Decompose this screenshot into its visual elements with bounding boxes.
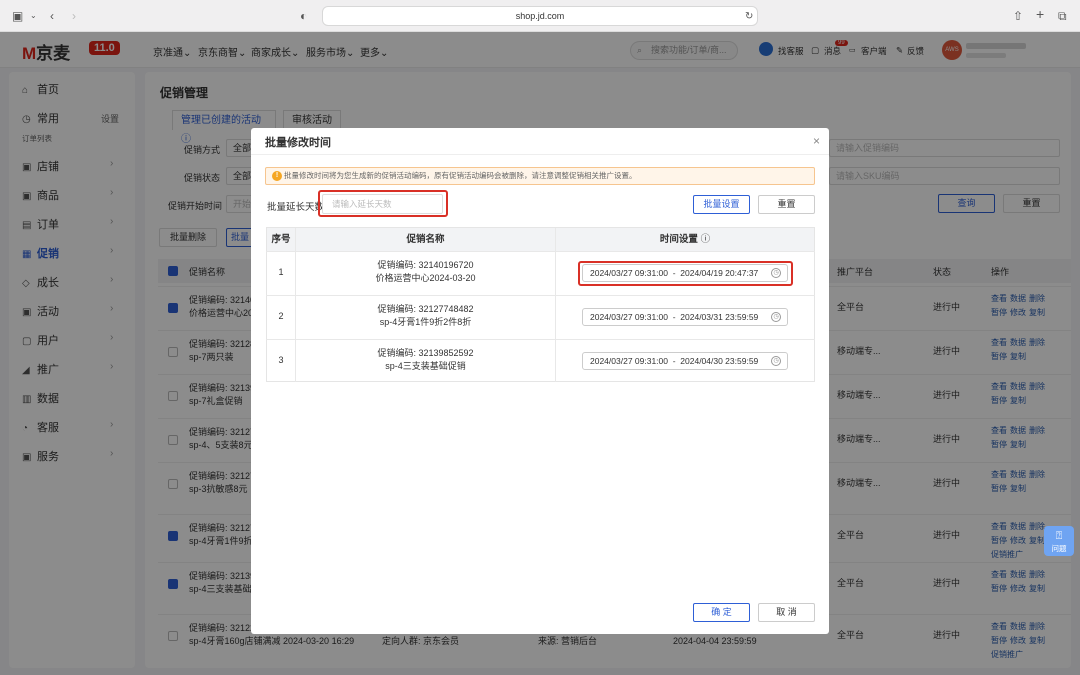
new-tab-icon[interactable]: +: [1036, 6, 1044, 22]
extend-days-placeholder: 请输入延长天数: [332, 199, 392, 209]
row-divider: [266, 339, 815, 340]
confirm-button[interactable]: 确 定: [693, 603, 750, 622]
chevron-down-icon[interactable]: ⌄: [30, 8, 37, 24]
clock-icon[interactable]: ◷: [771, 268, 781, 278]
row-index: 3: [278, 355, 284, 365]
row-index: 2: [278, 311, 284, 321]
share-icon[interactable]: ⇧: [1013, 8, 1023, 24]
time-header-label: 时间设置: [659, 234, 698, 245]
clock-icon[interactable]: ◷: [771, 356, 781, 366]
privacy-shield-icon: ◐: [300, 9, 308, 23]
reset-dialog-button[interactable]: 重置: [758, 195, 815, 214]
help-label: 问题: [1051, 544, 1067, 553]
start-date: 2024/03/27 09:31:00: [590, 312, 668, 322]
date-range-picker[interactable]: 2024/03/27 09:31:00 - 2024/04/30 23:59:5…: [582, 352, 788, 370]
row-promo-name: sp-4牙膏1件9折2件8折: [379, 317, 472, 327]
help-float-button[interactable]: ⍰ 问题: [1044, 526, 1074, 556]
cancel-button[interactable]: 取 消: [758, 603, 815, 622]
help-circle-icon: ⓘ: [700, 234, 711, 245]
extend-days-label: 批量延长天数: [267, 202, 325, 213]
column-header-index: 序号: [267, 228, 295, 251]
warning-text: 批量修改时间将为您生成新的促销活动编码，原有促销活动编码会被删除，请注意调整促销…: [284, 171, 637, 180]
forward-icon[interactable]: ›: [72, 8, 76, 24]
end-date: 2024/04/19 20:47:37: [680, 268, 759, 278]
row-promo-name: 价格运营中心2024-03-20: [375, 273, 476, 283]
start-date: 2024/03/27 09:31:00: [590, 356, 668, 366]
reload-icon[interactable]: ↻: [745, 9, 753, 25]
row-promo-name: sp-4三支装基础促销: [385, 361, 466, 371]
date-range-picker[interactable]: 2024/03/27 09:31:00 - 2024/04/19 20:47:3…: [582, 264, 788, 282]
url-text: shop.jd.com: [515, 11, 565, 21]
row-index: 1: [278, 267, 284, 277]
sidebar-toggle-icon[interactable]: ▣: [12, 8, 23, 24]
start-date: 2024/03/27 09:31:00: [590, 268, 668, 278]
row-promo-code: 促销编码: 32139852592: [377, 348, 474, 358]
url-bar[interactable]: shop.jd.com: [322, 6, 758, 26]
dialog-divider: [251, 154, 829, 155]
row-divider: [266, 295, 815, 296]
dialog-title: 批量修改时间: [265, 137, 331, 149]
row-promo-code: 促销编码: 32140196720: [377, 260, 474, 270]
column-header-time: 时间设置 ⓘ: [556, 228, 814, 251]
row-promo-code: 促销编码: 32127748482: [377, 304, 474, 314]
question-icon: ⍰: [1055, 530, 1063, 542]
warning-banner: 批量修改时间将为您生成新的促销活动编码，原有促销活动编码会被删除，请注意调整促销…: [265, 167, 815, 185]
warning-icon: !: [272, 171, 282, 181]
row-divider: [266, 251, 815, 252]
close-icon[interactable]: ×: [813, 134, 820, 148]
back-icon[interactable]: ‹: [50, 8, 54, 24]
end-date: 2024/04/30 23:59:59: [680, 356, 759, 366]
clock-icon[interactable]: ◷: [771, 312, 781, 322]
batch-set-button[interactable]: 批量设置: [693, 195, 750, 214]
end-date: 2024/03/31 23:59:59: [680, 312, 759, 322]
tabs-overview-icon[interactable]: ⧉: [1058, 8, 1067, 24]
date-range-picker[interactable]: 2024/03/27 09:31:00 - 2024/03/31 23:59:5…: [582, 308, 788, 326]
column-header-name: 促销名称: [296, 228, 555, 251]
extend-days-input[interactable]: 请输入延长天数: [322, 194, 443, 214]
